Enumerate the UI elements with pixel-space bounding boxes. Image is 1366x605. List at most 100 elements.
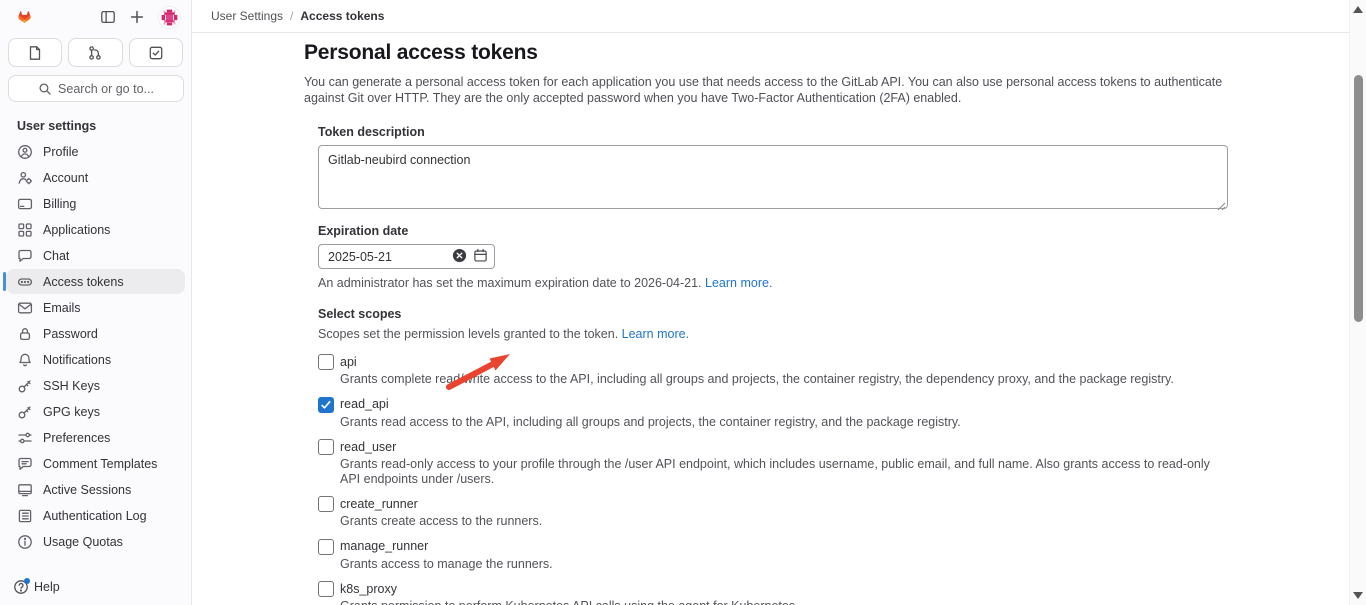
help-notification-dot [24,578,30,584]
token-form: Token description Gitlab-neubird connect… [318,125,1228,605]
expiration-date-input[interactable] [318,244,495,269]
issues-button[interactable] [8,38,62,67]
todos-icon [148,45,164,61]
scope-k8s_proxy-label[interactable]: k8s_proxy [340,582,397,597]
comment-template-icon [17,456,33,472]
scope-read_api-checkbox[interactable] [318,397,334,413]
log-icon [17,508,33,524]
scope-manage_runner-checkbox[interactable] [318,539,334,555]
scrollbar-thumb[interactable] [1354,75,1363,322]
sidebar-item-label: Profile [43,145,78,159]
sidebar: Search or go to... User settings Profile… [0,0,192,605]
key-icon [17,404,33,420]
sidebar-item-label: Notifications [43,353,111,367]
key-icon [17,378,33,394]
sidebar-item-label: Chat [43,249,69,263]
monitor-icon [17,482,33,498]
sidebar-item-notifications[interactable]: Notifications [6,347,185,372]
scope-create_runner-description: Grants create access to the runners. [340,514,1228,529]
calendar-icon[interactable] [473,248,488,263]
scope-read_api-description: Grants read access to the API, including… [340,415,1228,430]
gitlab-logo[interactable] [12,5,38,30]
sidebar-item-authentication-log[interactable]: Authentication Log [6,503,185,528]
scope-manage_runner-description: Grants access to manage the runners. [340,557,1228,572]
sidebar-item-label: SSH Keys [43,379,100,393]
scope-read_user-checkbox[interactable] [318,439,334,455]
sidebar-item-label: Active Sessions [43,483,131,497]
sidebar-item-comment-templates[interactable]: Comment Templates [6,451,185,476]
scope-api-description: Grants complete read/write access to the… [340,372,1228,387]
sidebar-item-chat[interactable]: Chat [6,243,185,268]
sidebar-item-label: Authentication Log [43,509,147,523]
applications-icon [17,222,33,238]
sidebar-item-label: Billing [43,197,76,211]
scope-row-k8s_proxy: k8s_proxy Grants permission to perform Ku… [318,581,1228,605]
sidebar-item-label: GPG keys [43,405,100,419]
scope-api-checkbox[interactable] [318,354,334,370]
sidebar-item-applications[interactable]: Applications [6,217,185,242]
scroll-down-arrow[interactable] [1353,592,1363,599]
scope-create_runner-checkbox[interactable] [318,496,334,512]
token-description-label: Token description [318,125,1228,139]
token-description-input[interactable]: Gitlab-neubird connection [318,145,1228,209]
sidebar-item-label: Preferences [43,431,110,445]
expiration-note-text: An administrator has set the maximum exp… [318,276,702,290]
breadcrumb-separator: / [290,9,293,23]
scope-row-read_user: read_userGrants read-only access to your… [318,439,1228,486]
lock-icon [17,326,33,342]
sidebar-item-preferences[interactable]: Preferences [6,425,185,450]
merge-requests-button[interactable] [68,38,122,67]
scope-manage_runner-label[interactable]: manage_runner [340,539,428,554]
sidebar-item-profile[interactable]: Profile [6,139,185,164]
sidebar-item-label: Comment Templates [43,457,157,471]
sidebar-item-ssh-keys[interactable]: SSH Keys [6,373,185,398]
scope-api-label[interactable]: api [340,355,357,370]
avatar[interactable] [158,6,181,29]
scope-row-api: api Grants complete read/write access to … [318,354,1228,387]
scopes-list: api Grants complete read/write access to … [318,354,1228,605]
account-icon [17,170,33,186]
email-icon [17,300,33,316]
sidebar-item-label: Usage Quotas [43,535,123,549]
scope-row-manage_runner: manage_runner Grants access to manage the… [318,539,1228,572]
breadcrumb-user-settings[interactable]: User Settings [211,9,283,23]
billing-icon [17,196,33,212]
quota-icon [17,534,33,550]
clear-icon[interactable] [452,248,467,263]
scope-create_runner-label[interactable]: create_runner [340,497,418,512]
plus-icon[interactable] [129,9,145,25]
expiration-date-field [318,244,495,269]
sidebar-item-access-tokens[interactable]: Access tokens [6,269,185,294]
sidebar-shortcuts [8,38,183,67]
sidebar-item-account[interactable]: Account [6,165,185,190]
sidebar-nav: Profile Account Billing Applications Chat Acc… [0,139,191,554]
help-label: Help [34,580,60,594]
merge-request-icon [87,45,103,61]
sidebar-item-password[interactable]: Password [6,321,185,346]
scope-k8s_proxy-description: Grants permission to perform Kubernetes … [340,599,1228,605]
sidebar-item-emails[interactable]: Emails [6,295,185,320]
sidebar-toggle-icon[interactable] [100,9,116,25]
select-scopes-label: Select scopes [318,307,1228,321]
sidebar-section-title: User settings [17,119,191,133]
sidebar-item-usage-quotas[interactable]: Usage Quotas [6,529,185,554]
scope-read_api-label[interactable]: read_api [340,397,389,412]
textarea-resize-handle[interactable] [1217,198,1226,207]
todos-button[interactable] [129,38,183,67]
scroll-up-arrow[interactable] [1353,6,1363,13]
scope-read_user-label[interactable]: read_user [340,440,396,455]
expiration-learn-more-link[interactable]: Learn more. [705,276,772,290]
scope-k8s_proxy-checkbox[interactable] [318,581,334,597]
sidebar-item-billing[interactable]: Billing [6,191,185,216]
gitlab-app: Search or go to... User settings Profile… [0,0,1366,605]
sidebar-item-gpg-keys[interactable]: GPG keys [6,399,185,424]
help-button[interactable]: Help [13,579,60,595]
search-input[interactable]: Search or go to... [8,75,184,102]
scopes-learn-more-link[interactable]: Learn more. [622,327,689,341]
vertical-scrollbar[interactable] [1349,0,1366,605]
breadcrumb: User Settings / Access tokens [192,0,1349,33]
sidebar-item-active-sessions[interactable]: Active Sessions [6,477,185,502]
page-content: Personal access tokens You can generate … [192,33,1239,605]
scope-row-create_runner: create_runner Grants create access to the… [318,496,1228,529]
scopes-hint-text: Scopes set the permission levels granted… [318,327,618,341]
